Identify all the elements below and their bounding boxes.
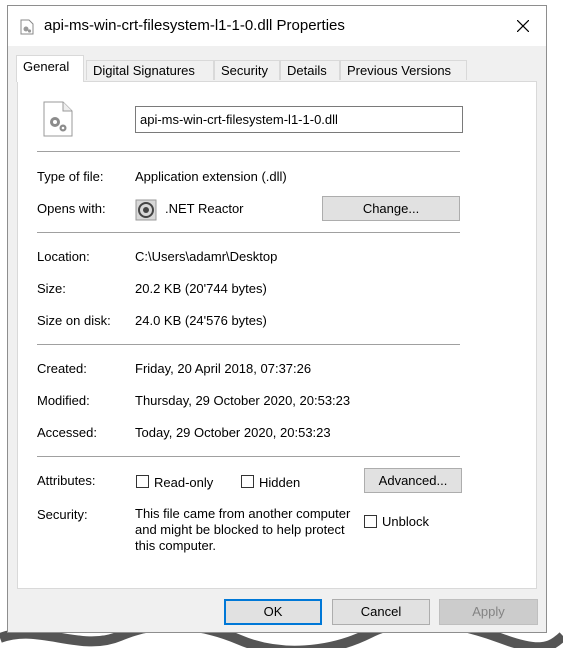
accessed-value: Today, 29 October 2020, 20:53:23 [135, 425, 331, 440]
tab-details[interactable]: Details [280, 60, 340, 80]
ok-button[interactable]: OK [224, 599, 322, 625]
net-reactor-icon [135, 199, 157, 221]
close-button[interactable] [500, 6, 546, 46]
file-name-input[interactable] [135, 106, 463, 133]
advanced-button[interactable]: Advanced... [364, 468, 462, 493]
read-only-label: Read-only [154, 475, 214, 490]
attributes-label: Attributes: [37, 473, 96, 488]
tab-previous-versions[interactable]: Previous Versions [340, 60, 467, 80]
separator [37, 344, 460, 345]
cancel-button[interactable]: Cancel [332, 599, 430, 625]
file-icon [20, 19, 34, 35]
opens-with-value: .NET Reactor [165, 201, 244, 216]
security-message: This file came from another computer and… [135, 506, 351, 553]
size-label: Size: [37, 281, 66, 296]
general-panel: Type of file: Application extension (.dl… [17, 81, 537, 589]
size-on-disk-value: 24.0 KB (24'576 bytes) [135, 313, 267, 328]
created-value: Friday, 20 April 2018, 07:37:26 [135, 361, 312, 376]
hidden-checkbox[interactable] [241, 475, 254, 488]
title-bar: api-ms-win-crt-filesystem-l1-1-0.dll Pro… [8, 6, 546, 46]
separator [37, 151, 460, 152]
location-value: C:\Users\adamr\Desktop [135, 249, 278, 264]
created-label: Created: [37, 361, 87, 376]
apply-button[interactable]: Apply [439, 599, 538, 625]
modified-label: Modified: [37, 393, 90, 408]
type-of-file-value: Application extension (.dll) [135, 169, 287, 184]
close-icon [517, 20, 529, 32]
dll-file-icon [43, 101, 73, 137]
separator [37, 456, 460, 457]
unblock-checkbox[interactable] [364, 515, 377, 528]
tab-digital-signatures[interactable]: Digital Signatures [86, 60, 214, 80]
location-label: Location: [37, 249, 90, 264]
security-label: Security: [37, 507, 88, 522]
tab-security[interactable]: Security [214, 60, 280, 80]
window-title: api-ms-win-crt-filesystem-l1-1-0.dll Pro… [44, 17, 345, 34]
properties-dialog: api-ms-win-crt-filesystem-l1-1-0.dll Pro… [7, 5, 547, 633]
unblock-label: Unblock [382, 514, 429, 529]
change-button[interactable]: Change... [322, 196, 460, 221]
separator [37, 232, 460, 233]
tab-general[interactable]: General [16, 55, 84, 82]
modified-value: Thursday, 29 October 2020, 20:53:23 [135, 393, 351, 408]
size-on-disk-label: Size on disk: [37, 313, 111, 328]
opens-with-label: Opens with: [37, 201, 106, 216]
read-only-checkbox[interactable] [136, 475, 149, 488]
hidden-label: Hidden [259, 475, 301, 490]
accessed-label: Accessed: [37, 425, 97, 440]
type-of-file-label: Type of file: [37, 169, 104, 184]
size-value: 20.2 KB (20'744 bytes) [135, 281, 267, 296]
